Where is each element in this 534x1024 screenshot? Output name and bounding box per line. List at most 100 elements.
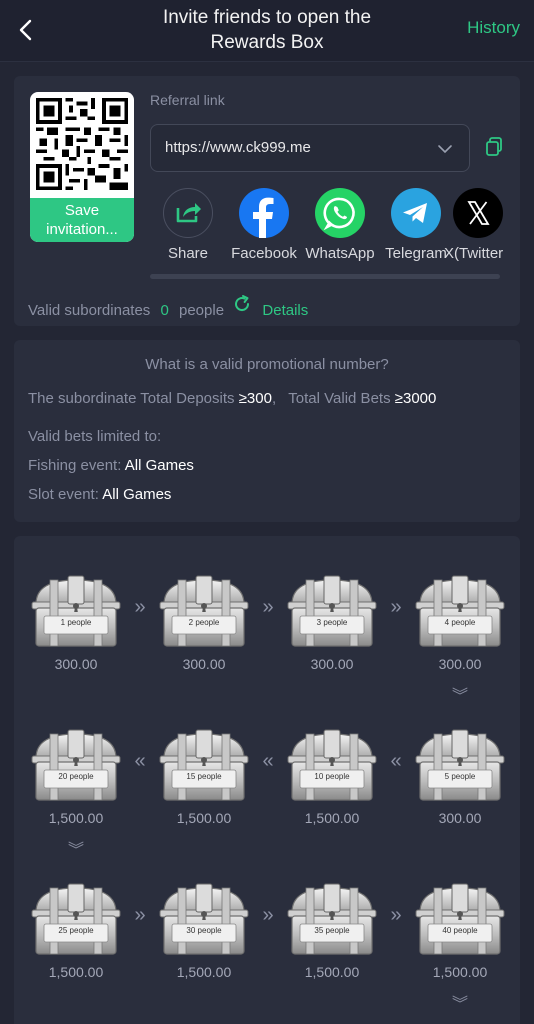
chest-people-label: 35 people: [314, 926, 350, 935]
arrow-left-icon: «: [262, 750, 274, 772]
share-button[interactable]: Share: [150, 188, 226, 268]
share-label: Share: [167, 245, 209, 262]
qr-code-icon: [36, 98, 128, 190]
reward-boxes-card: 1 people 300.00 2 people 300.00 3 people 300.…: [14, 536, 520, 1024]
refresh-icon[interactable]: [232, 294, 252, 314]
reward-chest-icon[interactable]: 30 people: [158, 880, 250, 958]
bets-label: Total Valid Bets: [288, 390, 391, 407]
reward-chest-icon[interactable]: 35 people: [286, 880, 378, 958]
back-button[interactable]: [14, 16, 38, 44]
reward-chest-icon[interactable]: 20 people: [30, 726, 122, 804]
referral-card: Save invitation... Referral link https:/…: [14, 76, 520, 326]
chest-reward-amount: 1,500.00: [304, 964, 360, 980]
facebook-share-button[interactable]: Facebook: [226, 188, 302, 268]
share-scrollbar[interactable]: [150, 274, 500, 279]
header-bar: Invite friends to open the Rewards Box H…: [0, 0, 534, 62]
arrow-down-icon: ︾: [67, 842, 84, 859]
chest-reward-amount: 300.00: [438, 810, 482, 826]
arrow-right-icon: »: [134, 596, 146, 618]
arrow-right-icon: »: [390, 596, 402, 618]
chest-reward-amount: 300.00: [438, 656, 482, 672]
chest-people-label: 20 people: [58, 772, 94, 781]
deposit-bets-row: The subordinate Total Deposits ≥300, Tot…: [28, 390, 436, 407]
chest-reward-amount: 1,500.00: [176, 964, 232, 980]
whatsapp-label: WhatsApp: [305, 245, 375, 262]
arrow-down-icon: ︾: [451, 688, 468, 705]
reward-chest-icon[interactable]: 15 people: [158, 726, 250, 804]
x-glyph-icon: [467, 201, 490, 225]
x-twitter-share-button[interactable]: X(Twitter: [440, 188, 516, 268]
chest-people-label: 5 people: [444, 772, 476, 781]
chest-reward-amount: 300.00: [54, 656, 98, 672]
reward-chest-icon[interactable]: 40 people: [414, 880, 506, 958]
deposit-value: ≥300: [238, 390, 272, 407]
chest-people-label: 40 people: [442, 926, 478, 935]
reward-chest-icon[interactable]: 1 people: [30, 572, 122, 650]
chevron-down-icon[interactable]: [437, 141, 453, 157]
chest-reward-amount: 1,500.00: [48, 964, 104, 980]
chest-reward-amount: 300.00: [182, 656, 226, 672]
arrow-down-icon: ︾: [451, 996, 468, 1013]
arrow-right-icon: »: [390, 904, 402, 926]
telegram-icon: [391, 188, 441, 238]
whatsapp-icon: [315, 188, 365, 238]
chest-reward-amount: 300.00: [310, 656, 354, 672]
chevron-left-icon: [19, 19, 32, 41]
arrow-left-icon: «: [134, 750, 146, 772]
fishing-event-row: Fishing event: All Games: [28, 457, 194, 474]
qr-code-panel: Save invitation...: [30, 92, 134, 242]
referral-link-field[interactable]: https://www.ck999.me: [150, 124, 470, 172]
reward-chest-icon[interactable]: 5 people: [414, 726, 506, 804]
bets-value: ≥3000: [394, 390, 437, 407]
arrow-right-icon: »: [134, 904, 146, 926]
slot-event-row: Slot event: All Games: [28, 486, 171, 503]
deposit-label: The subordinate Total Deposits: [28, 390, 235, 407]
save-invitation-button[interactable]: Save invitation...: [30, 198, 134, 242]
reward-chest-icon[interactable]: 4 people: [414, 572, 506, 650]
valid-subordinates-count: 0: [160, 301, 169, 319]
chest-people-label: 30 people: [186, 926, 222, 935]
page-title: Invite friends to open the Rewards Box: [110, 5, 424, 55]
reward-chest-icon[interactable]: 10 people: [286, 726, 378, 804]
slot-event-value: All Games: [102, 486, 172, 503]
chest-people-label: 3 people: [316, 618, 348, 627]
copy-icon[interactable]: [484, 136, 504, 158]
chest-reward-amount: 1,500.00: [176, 810, 232, 826]
chest-reward-amount: 1,500.00: [48, 810, 104, 826]
chest-people-label: 10 people: [314, 772, 350, 781]
arrow-right-icon: »: [262, 904, 274, 926]
valid-subordinates-label: Valid subordinates: [28, 301, 151, 319]
history-link[interactable]: History: [467, 18, 520, 38]
facebook-label: Facebook: [231, 245, 297, 262]
chest-people-label: 2 people: [188, 618, 220, 627]
chest-reward-amount: 1,500.00: [432, 964, 488, 980]
share-icon-circle: [163, 188, 213, 238]
whatsapp-share-button[interactable]: WhatsApp: [302, 188, 378, 268]
details-link[interactable]: Details: [262, 302, 308, 319]
facebook-glyph-icon: [253, 197, 274, 238]
x-twitter-icon: [453, 188, 503, 238]
chest-people-label: 15 people: [186, 772, 222, 781]
save-invitation-line2: invitation...: [46, 221, 118, 238]
valid-subordinates-row: Valid subordinates 0 people Details: [28, 294, 308, 319]
share-icon: [176, 203, 201, 223]
referral-link-label: Referral link: [150, 92, 225, 108]
reward-chest-icon[interactable]: 25 people: [30, 880, 122, 958]
slot-event-label: Slot event:: [28, 486, 99, 503]
chest-people-label: 25 people: [58, 926, 94, 935]
whatsapp-glyph-icon: [323, 197, 355, 231]
facebook-icon: [239, 188, 289, 238]
fishing-event-value: All Games: [124, 457, 194, 474]
chest-reward-amount: 1,500.00: [304, 810, 360, 826]
chest-people-label: 4 people: [444, 618, 476, 627]
save-invitation-line1: Save: [64, 202, 100, 219]
arrow-right-icon: »: [262, 596, 274, 618]
page-title-line2: Rewards Box: [210, 32, 324, 53]
arrow-left-icon: «: [390, 750, 402, 772]
valid-subordinates-unit: people: [179, 301, 225, 319]
chest-people-label: 1 people: [60, 618, 92, 627]
reward-chest-icon[interactable]: 3 people: [286, 572, 378, 650]
referral-link-value: https://www.ck999.me: [165, 139, 311, 156]
fishing-event-label: Fishing event:: [28, 457, 122, 474]
reward-chest-icon[interactable]: 2 people: [158, 572, 250, 650]
